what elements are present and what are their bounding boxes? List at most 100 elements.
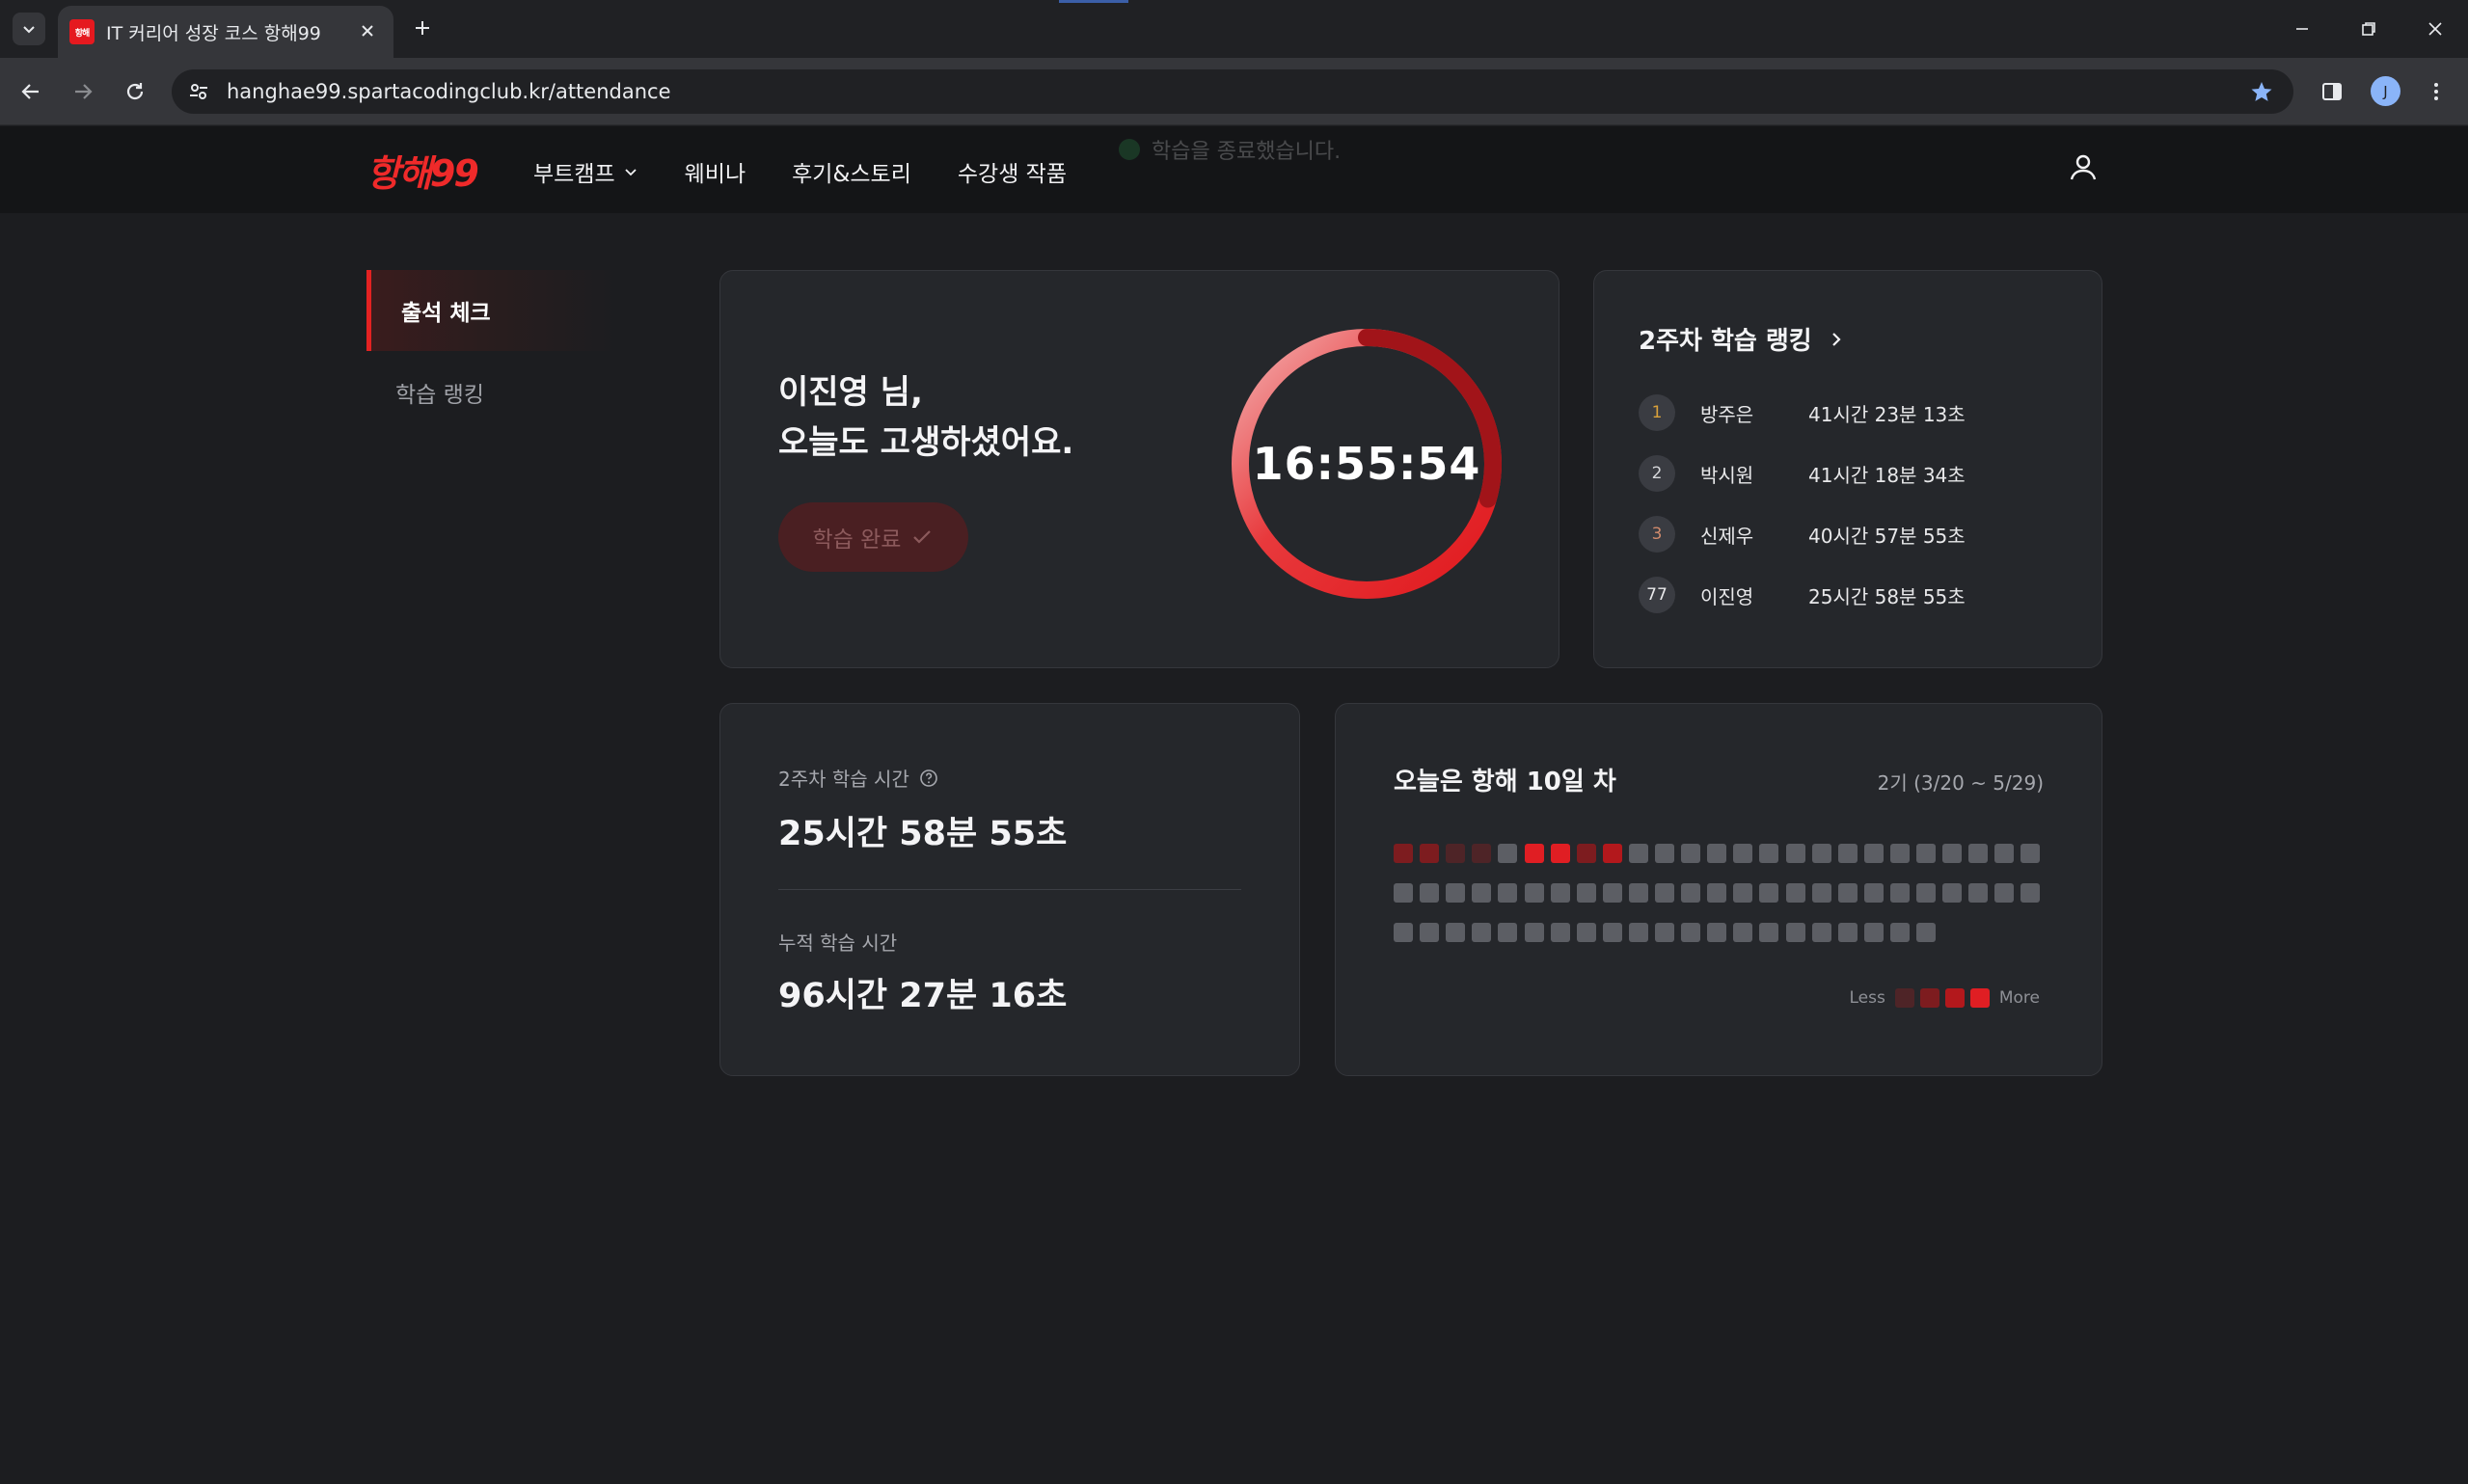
window-close-button[interactable]: [2418, 12, 2453, 46]
nav-label: 후기&스토리: [792, 162, 911, 187]
attendance-day-cell: [1681, 844, 1700, 863]
more-vertical-icon: [2434, 83, 2438, 100]
drag-indicator: [1059, 0, 1128, 3]
nav-reviews[interactable]: 후기&스토리: [792, 155, 911, 188]
nav-student-works[interactable]: 수강생 작품: [958, 155, 1067, 188]
rank-time: 40시간 57분 55초: [1808, 524, 1966, 548]
attendance-day-cell: [1420, 883, 1439, 903]
back-button[interactable]: [14, 74, 48, 109]
total-time-value: 96시간 27분 16초: [778, 977, 1068, 1015]
attendance-day-cell: [1472, 844, 1491, 863]
calendar-legend: Less More: [1845, 988, 2044, 1008]
attendance-calendar-card: 오늘은 항해 10일 차 2기 (3/20 ~ 5/29) Less More: [1335, 703, 2102, 1076]
ranking-title: 2주차 학습 랭킹: [1639, 327, 1812, 356]
nav-label: 수강생 작품: [957, 162, 1067, 187]
tab-search-button[interactable]: [13, 13, 45, 45]
ranking-title-link[interactable]: 2주차 학습 랭킹: [1639, 321, 1845, 357]
legend-more: More: [1998, 988, 2040, 1008]
tune-icon: [190, 84, 207, 99]
reload-icon: [126, 83, 144, 100]
attendance-day-cell: [1394, 883, 1413, 903]
browser-tab-active[interactable]: 항해 IT 커리어 성장 코스 항해99: [58, 6, 393, 58]
nav-webinar[interactable]: 웨비나: [685, 155, 746, 188]
new-tab-button[interactable]: [408, 13, 437, 42]
bookmark-button[interactable]: [2247, 77, 2276, 106]
browser-menu-button[interactable]: [2419, 74, 2454, 109]
weekly-ranking-card: 2주차 학습 랭킹 1 방주은 41시간 23분 13초 2 박시원 41시간 18분 3…: [1593, 270, 2102, 668]
attendance-day-cell: [1838, 844, 1858, 863]
attendance-day-cell: [1968, 883, 1988, 903]
site-logo[interactable]: 항해99: [366, 144, 479, 197]
attendance-day-cell: [1525, 883, 1544, 903]
button-label: 학습 완료: [812, 527, 902, 553]
side-panel-button[interactable]: [2315, 74, 2349, 109]
toast-notification: 학습을 종료했습니다.: [1119, 134, 1341, 165]
attendance-day-cell: [1942, 844, 1962, 863]
attendance-day-cell: [1707, 844, 1726, 863]
attendance-day-cell: [1446, 844, 1465, 863]
study-timer: 16:55:54: [1252, 438, 1481, 490]
chevron-down-icon: [23, 26, 35, 34]
attendance-day-cell: [1759, 923, 1778, 942]
study-complete-button[interactable]: 학습 완료: [778, 502, 968, 572]
ranking-row: 3 신제우 40시간 57분 55초: [1639, 515, 1966, 553]
attendance-day-cell: [1864, 923, 1884, 942]
nav-label: 웨비나: [684, 162, 746, 187]
legend-cell: [1919, 988, 1939, 1008]
greeting-text: 이진영 님, 오늘도 고생하셨어요.: [778, 367, 1073, 468]
attendance-day-cell: [1498, 844, 1517, 863]
arrow-right-icon: [75, 84, 93, 99]
toast-text: 학습을 종료했습니다.: [1152, 140, 1342, 164]
attendance-day-cell: [1472, 923, 1491, 942]
attendance-day-cell: [1577, 923, 1596, 942]
site-header: 항해99 부트캠프 웨비나 후기&스토리 수강생 작품 학습을 종료했습니다.: [0, 126, 2468, 213]
attendance-day-cell: [1838, 923, 1858, 942]
nav-bootcamp[interactable]: 부트캠프: [533, 155, 638, 188]
legend-less: Less: [1849, 988, 1885, 1008]
rank-time: 41시간 18분 34초: [1808, 463, 1966, 487]
user-menu-button[interactable]: [2064, 148, 2102, 186]
rank-name: 신제우: [1700, 524, 1754, 548]
weekly-time-label: 2주차 학습 시간: [778, 764, 938, 792]
plus-icon: [416, 21, 429, 35]
attendance-day-cell: [1629, 844, 1648, 863]
tab-close-button[interactable]: [355, 18, 380, 43]
attendance-day-cell: [1864, 883, 1884, 903]
browser-tabbar: 항해 IT 커리어 성장 코스 항해99: [0, 0, 2468, 58]
cohort-period: 2기 (3/20 ~ 5/29): [1877, 771, 2044, 795]
site-info-button[interactable]: [183, 76, 214, 107]
tab-title: IT 커리어 성장 코스 항해99: [106, 22, 321, 44]
attendance-day-cell: [1786, 844, 1805, 863]
rank-badge: 3: [1639, 516, 1675, 553]
help-circle-icon[interactable]: [919, 769, 938, 788]
sidebar-item-attendance[interactable]: 출석 체크: [366, 270, 617, 351]
calendar-title: 오늘은 항해 10일 차: [1394, 768, 1616, 796]
attendance-day-cell: [1864, 844, 1884, 863]
attendance-day-cell: [1472, 883, 1491, 903]
attendance-day-cell: [1446, 883, 1465, 903]
legend-cell: [1944, 988, 1965, 1008]
attendance-day-cell: [1603, 883, 1622, 903]
ranking-row: 1 방주은 41시간 23분 13초: [1639, 393, 1966, 432]
sidebar-item-ranking[interactable]: 학습 랭킹: [395, 376, 484, 409]
attendance-day-cell: [1942, 883, 1962, 903]
rank-time: 25시간 58분 55초: [1808, 584, 1966, 608]
attendance-day-cell: [1655, 923, 1674, 942]
attendance-day-cell: [1629, 923, 1648, 942]
label-text: 누적 학습 시간: [778, 931, 898, 955]
attendance-day-cell: [1786, 923, 1805, 942]
total-time-label: 누적 학습 시간: [778, 928, 897, 956]
attendance-day-cell: [1890, 923, 1910, 942]
minimize-button[interactable]: [2285, 12, 2319, 46]
greeting-line: 오늘도 고생하셨어요.: [778, 423, 1074, 462]
label-text: 2주차 학습 시간: [778, 768, 909, 791]
forward-button[interactable]: [66, 74, 100, 109]
attendance-day-cell: [1707, 883, 1726, 903]
restore-icon: [2362, 22, 2375, 36]
address-bar[interactable]: hanghae99.spartacodingclub.kr/attendance: [172, 69, 2293, 114]
rank-name: 방주은: [1700, 402, 1754, 426]
chevron-down-icon: [625, 169, 637, 176]
profile-avatar[interactable]: J: [2371, 76, 2400, 106]
reload-button[interactable]: [118, 74, 152, 109]
restore-button[interactable]: [2351, 12, 2386, 46]
